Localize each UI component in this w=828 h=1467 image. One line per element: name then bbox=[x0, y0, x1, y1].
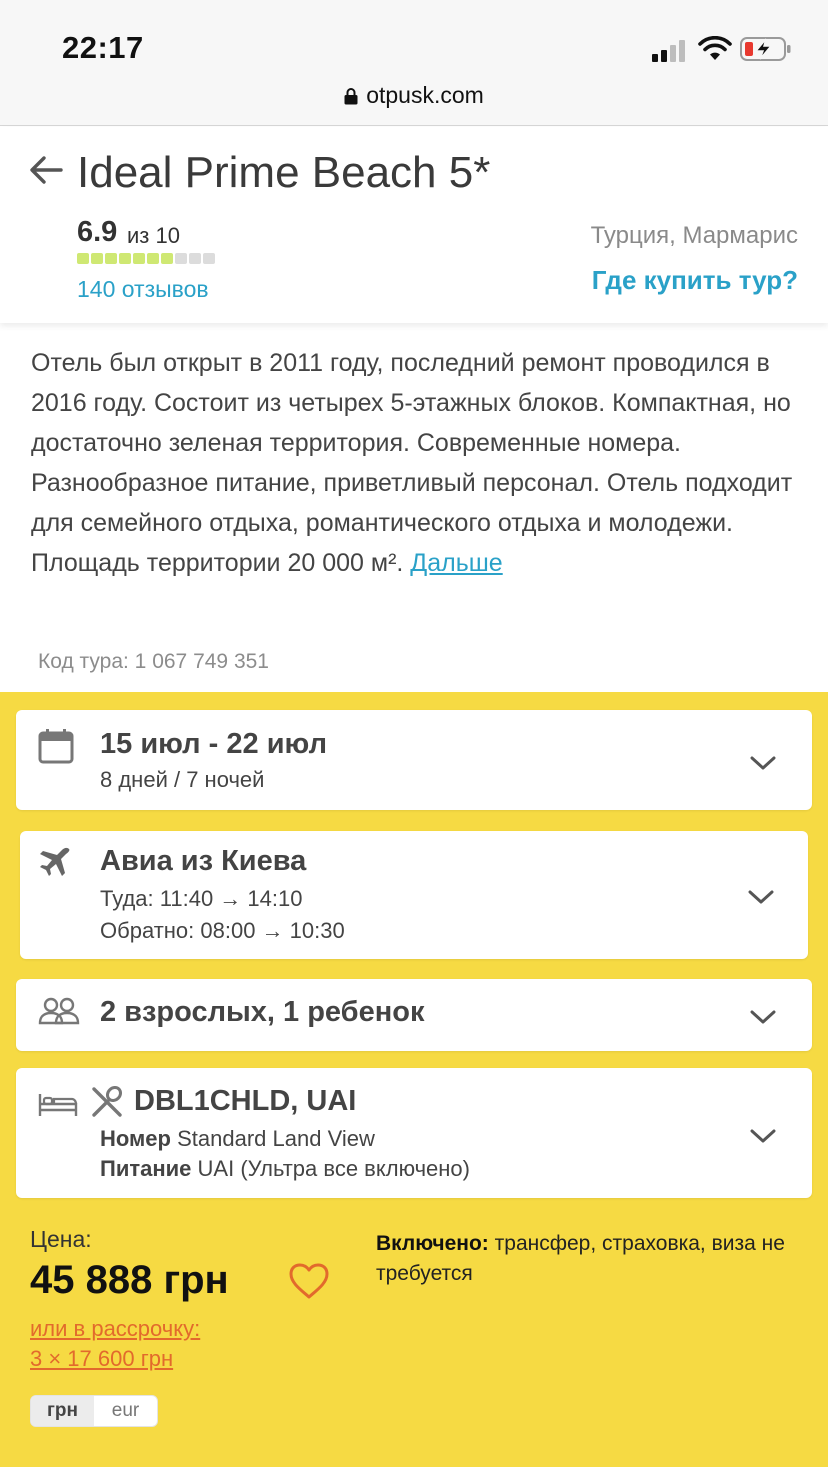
room-value: Standard Land View bbox=[177, 1126, 375, 1151]
price-label: Цена: bbox=[30, 1226, 92, 1252]
chevron-down-icon bbox=[750, 1010, 776, 1024]
rating-bar-segment bbox=[147, 253, 159, 264]
lock-icon bbox=[344, 88, 358, 105]
calendar-icon bbox=[38, 729, 74, 764]
rating-bar-segment bbox=[133, 253, 145, 264]
read-more-link[interactable]: Дальше bbox=[410, 549, 502, 577]
included-label: Включено: bbox=[376, 1232, 489, 1255]
rating-bar-segment bbox=[189, 253, 201, 264]
flight-title: Авиа из Киева bbox=[100, 845, 307, 877]
flight-card[interactable]: Авиа из Киева Туда: 11:40 → 14:10 Обратн… bbox=[20, 831, 808, 959]
guests-card[interactable]: 2 взрослых, 1 ребенок bbox=[16, 979, 812, 1051]
installment-amount-link[interactable]: 3 × 17 600 грн bbox=[30, 1346, 173, 1372]
chevron-down-icon bbox=[748, 890, 774, 904]
room-label: Номер bbox=[100, 1126, 171, 1151]
description-text: Отель был открыт в 2011 году, последний … bbox=[31, 349, 793, 577]
heart-icon[interactable] bbox=[288, 1262, 330, 1300]
flight-return: Обратно: 08:00 → 10:30 bbox=[100, 918, 345, 943]
cellular-signal-icon bbox=[652, 38, 692, 62]
chevron-down-icon bbox=[750, 1129, 776, 1143]
meal-type: Питание UAI (Ультра все включено) bbox=[100, 1156, 470, 1182]
address-bar[interactable]: otpusk.com bbox=[0, 72, 828, 126]
where-to-buy-link[interactable]: Где купить тур? bbox=[592, 265, 798, 296]
hotel-title: Ideal Prime Beach 5* bbox=[77, 148, 491, 197]
fork-knife-icon bbox=[92, 1085, 123, 1117]
dates-card[interactable]: 15 июл - 22 июл 8 дней / 7 ночей bbox=[16, 710, 812, 810]
url-text: otpusk.com bbox=[366, 82, 484, 108]
rating-bar-segment bbox=[77, 253, 89, 264]
status-bar: 22:17 bbox=[0, 0, 828, 72]
rating-bar-segment bbox=[105, 253, 117, 264]
room-title: DBL1CHLD, UAI bbox=[134, 1085, 357, 1117]
status-time: 22:17 bbox=[62, 30, 144, 65]
guests-title: 2 взрослых, 1 ребенок bbox=[100, 996, 425, 1028]
rating-bar bbox=[77, 253, 215, 264]
people-icon bbox=[38, 997, 80, 1025]
back-arrow-icon[interactable] bbox=[28, 152, 64, 188]
rating-score: 6.9 bbox=[77, 216, 118, 248]
installment-link[interactable]: или в рассрочку: bbox=[30, 1316, 200, 1342]
currency-toggle: грн eur bbox=[30, 1395, 158, 1427]
rating-bar-segment bbox=[161, 253, 173, 264]
battery-low-charging-icon bbox=[740, 37, 791, 61]
tour-code: Код тура: 1 067 749 351 bbox=[38, 650, 269, 673]
url-display[interactable]: otpusk.com bbox=[0, 82, 828, 109]
meal-label: Питание bbox=[100, 1156, 192, 1181]
rating-bar-segment bbox=[119, 253, 131, 264]
currency-option-uah[interactable]: грн bbox=[31, 1396, 94, 1426]
dates-duration: 8 дней / 7 ночей bbox=[100, 767, 265, 792]
price-value: 45 888 грн bbox=[30, 1258, 229, 1302]
rating-bar-segment bbox=[91, 253, 103, 264]
reviews-link[interactable]: 140 отзывов bbox=[77, 276, 209, 303]
rating-scale: из 10 bbox=[127, 223, 180, 248]
flight-outbound: Туда: 11:40 → 14:10 bbox=[100, 886, 303, 911]
included-services: Включено: трансфер, страховка, виза не т… bbox=[376, 1229, 816, 1289]
room-type: Номер Standard Land View bbox=[100, 1126, 375, 1152]
hotel-description: Отель был открыт в 2011 году, последний … bbox=[31, 343, 801, 583]
rating-bar-segment bbox=[203, 253, 215, 264]
room-card[interactable]: DBL1CHLD, UAI Номер Standard Land View П… bbox=[16, 1068, 812, 1198]
chevron-down-icon bbox=[750, 756, 776, 770]
hotel-location: Турция, Мармарис bbox=[590, 222, 798, 249]
currency-option-eur[interactable]: eur bbox=[94, 1396, 157, 1426]
meal-value: UAI (Ультра все включено) bbox=[197, 1156, 470, 1181]
wifi-icon bbox=[698, 36, 732, 60]
dates-title: 15 июл - 22 июл bbox=[100, 728, 327, 760]
rating-bar-segment bbox=[175, 253, 187, 264]
bed-icon bbox=[38, 1094, 78, 1116]
airplane-icon bbox=[40, 847, 70, 876]
